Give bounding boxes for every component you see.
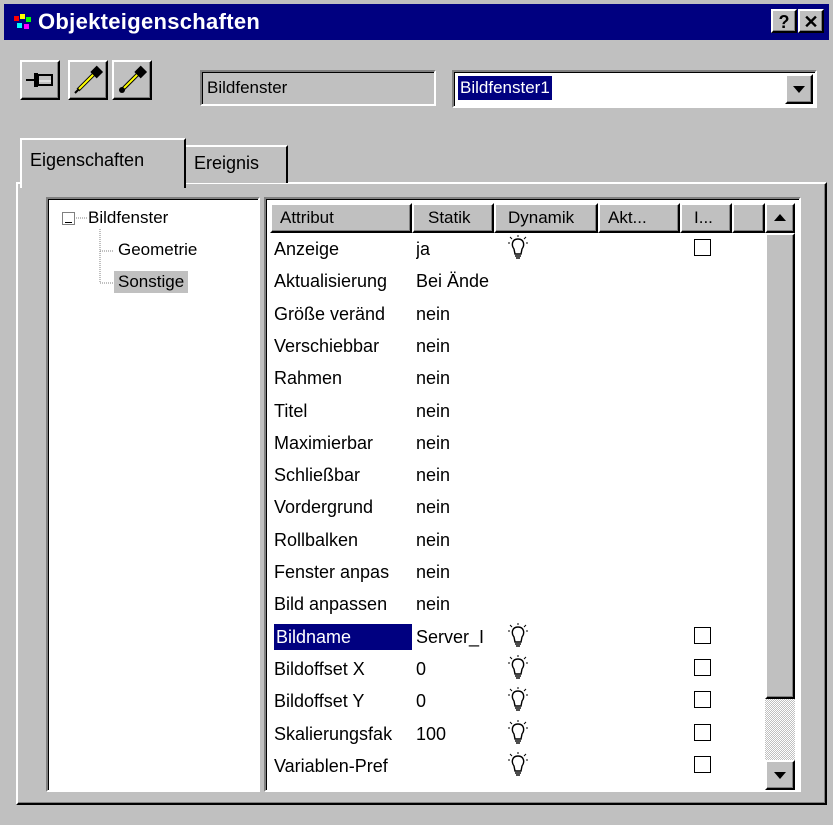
cell-attribut[interactable]: Skalierungsfak: [274, 721, 410, 747]
lightbulb-icon[interactable]: [506, 622, 530, 651]
cell-attribut[interactable]: Maximierbar: [274, 430, 410, 456]
cell-attribut[interactable]: Bild anpassen: [274, 591, 410, 617]
cell-statik[interactable]: nein: [416, 494, 501, 520]
pipette-icon: [74, 65, 104, 94]
table-row[interactable]: Fenster anpas nein: [270, 556, 760, 588]
header-indirekt[interactable]: I...: [680, 203, 732, 233]
cell-statik[interactable]: nein: [416, 398, 501, 424]
table-row[interactable]: Bildoffset X0: [270, 653, 760, 685]
cell-statik[interactable]: nein: [416, 301, 501, 327]
window-title: Objekteigenschaften: [38, 9, 261, 34]
indirect-checkbox[interactable]: [694, 691, 711, 709]
pin-button[interactable]: [20, 60, 60, 100]
cell-attribut[interactable]: Größe veränd: [274, 301, 410, 327]
cell-attribut[interactable]: Fenster anpas: [274, 559, 410, 585]
pipette-icon: [119, 65, 148, 93]
tree-item-geometrie[interactable]: Geometrie: [118, 239, 197, 261]
cell-attribut[interactable]: Anzeige: [274, 236, 410, 262]
cell-statik[interactable]: 100: [416, 721, 501, 747]
scroll-track[interactable]: [765, 699, 795, 760]
properties-window: Objekteigenschaften ? ✕ Bildfenster Bild…: [0, 0, 833, 825]
table-row[interactable]: Bildname Server_I: [270, 621, 760, 653]
lightbulb-icon[interactable]: [506, 719, 530, 748]
scroll-down-button[interactable]: [765, 760, 795, 790]
pin-icon: [26, 73, 53, 87]
indirect-checkbox[interactable]: [694, 723, 711, 741]
category-tree: Bildfenster Geometrie Sonstige: [46, 197, 260, 792]
lightbulb-icon[interactable]: [506, 654, 530, 683]
cell-statik[interactable]: nein: [416, 527, 501, 553]
arrow-up-icon: [774, 214, 786, 221]
title-bar[interactable]: Objekteigenschaften ? ✕: [4, 4, 829, 40]
indirect-checkbox[interactable]: [694, 626, 711, 644]
tab-eigenschaften[interactable]: Eigenschaften: [20, 138, 186, 188]
cell-attribut[interactable]: Bildname: [274, 623, 412, 650]
indirect-checkbox[interactable]: [694, 239, 711, 256]
indirect-checkbox[interactable]: [694, 658, 711, 676]
cell-statik[interactable]: 0: [416, 688, 501, 714]
cell-attribut[interactable]: Rollbalken: [274, 527, 410, 553]
scroll-up-button[interactable]: [765, 203, 795, 233]
cell-statik[interactable]: ja: [416, 236, 501, 262]
cell-statik[interactable]: nein: [416, 591, 501, 617]
header-attribut[interactable]: Attribut: [270, 203, 412, 233]
cell-statik[interactable]: nein: [416, 559, 501, 585]
tab-ereignis[interactable]: Ereignis: [186, 145, 288, 183]
cell-statik[interactable]: nein: [416, 333, 501, 359]
vertical-scrollbar[interactable]: [765, 203, 795, 790]
app-icon: [14, 14, 31, 29]
cell-statik[interactable]: Bei Ände: [416, 268, 501, 294]
table-row[interactable]: Verschiebbar nein: [270, 330, 760, 362]
table-row[interactable]: Größe veränd nein: [270, 298, 760, 330]
table-row[interactable]: Rollbalken nein: [270, 524, 760, 556]
pipette-paste-button[interactable]: [112, 60, 152, 100]
cell-attribut[interactable]: Bildoffset X: [274, 656, 410, 682]
cell-attribut[interactable]: Bildoffset Y: [274, 688, 410, 714]
cell-attribut[interactable]: Vordergrund: [274, 494, 410, 520]
cell-statik[interactable]: nein: [416, 365, 501, 391]
table-row[interactable]: Anzeige ja: [270, 233, 760, 265]
chevron-down-icon: [793, 86, 805, 93]
lightbulb-icon[interactable]: [506, 751, 530, 780]
cell-attribut[interactable]: Schließbar: [274, 462, 410, 488]
close-button[interactable]: ✕: [798, 9, 824, 33]
table-row[interactable]: Aktualisierung Bei Ände: [270, 265, 760, 297]
table-row[interactable]: Variablen-Pref: [270, 750, 760, 782]
table-row[interactable]: Vordergrund nein: [270, 491, 760, 523]
cell-attribut[interactable]: Aktualisierung: [274, 268, 410, 294]
combo-dropdown-button[interactable]: [785, 74, 813, 104]
cell-attribut[interactable]: Variablen-Pref: [274, 753, 410, 779]
attribute-grid: Attribut Statik Dynamik Akt... I... Anze…: [264, 197, 801, 792]
tree-root-bildfenster[interactable]: Bildfenster: [88, 207, 168, 229]
cell-statik[interactable]: Server_I: [416, 624, 501, 650]
indirect-checkbox[interactable]: [694, 755, 711, 773]
cell-statik[interactable]: nein: [416, 462, 501, 488]
cell-statik[interactable]: 0: [416, 656, 501, 682]
table-row[interactable]: Titel nein: [270, 395, 760, 427]
cell-attribut[interactable]: Rahmen: [274, 365, 410, 391]
table-row[interactable]: Bild anpassen nein: [270, 588, 760, 620]
object-name-combobox[interactable]: Bildfenster1: [452, 70, 817, 108]
cell-attribut[interactable]: Verschiebbar: [274, 333, 410, 359]
object-name-value[interactable]: Bildfenster1: [458, 76, 552, 100]
tree-item-sonstige[interactable]: Sonstige: [114, 271, 189, 293]
pipette-copy-button[interactable]: [68, 60, 108, 100]
scroll-thumb[interactable]: [765, 233, 795, 699]
header-aktualisierung[interactable]: Akt...: [598, 203, 680, 233]
table-row[interactable]: Maximierbar nein: [270, 427, 760, 459]
header-dynamik[interactable]: Dynamik: [494, 203, 598, 233]
table-row[interactable]: Schließbar nein: [270, 459, 760, 491]
object-type-field: Bildfenster: [200, 70, 436, 106]
table-row[interactable]: Bildoffset Y0: [270, 685, 760, 717]
header-spacer: [732, 203, 765, 233]
cell-statik[interactable]: nein: [416, 430, 501, 456]
lightbulb-icon[interactable]: [506, 687, 530, 715]
lightbulb-icon[interactable]: [506, 235, 530, 263]
help-button[interactable]: ?: [771, 9, 797, 33]
table-row[interactable]: Rahmen nein: [270, 362, 760, 394]
header-statik[interactable]: Statik: [412, 203, 494, 233]
arrow-down-icon: [774, 772, 786, 779]
table-row[interactable]: Skalierungsfak 100: [270, 718, 760, 750]
cell-attribut[interactable]: Titel: [274, 398, 410, 424]
